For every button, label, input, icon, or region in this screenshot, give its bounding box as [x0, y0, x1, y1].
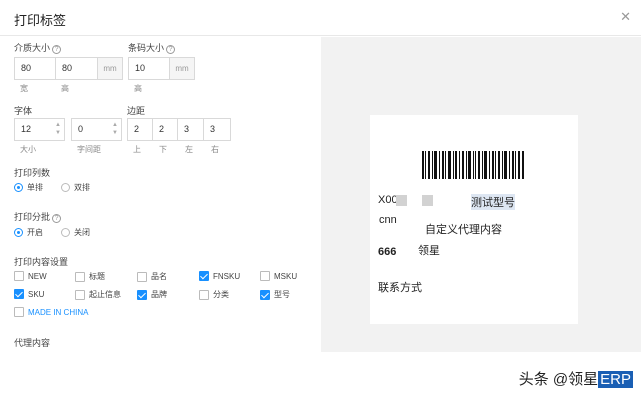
redacted-block — [422, 195, 433, 206]
letter-spacing-label: 字间距 — [77, 145, 101, 154]
print-columns-label: 打印列数 — [14, 168, 51, 178]
label-preview: X00 测试型号 cnn 自定义代理内容 666 领星 联系方式 — [370, 115, 578, 324]
font-size-label: 大小 — [20, 145, 36, 154]
margin-bottom-input[interactable]: 2 — [152, 118, 178, 141]
barcode-height-input[interactable]: 10 — [128, 57, 170, 80]
preview-fnsku: X00 — [378, 194, 398, 206]
dialog-header: 打印标签 ✕ — [0, 0, 641, 36]
checkbox-title[interactable]: 标题 — [75, 271, 105, 282]
close-icon[interactable]: ✕ — [620, 9, 631, 25]
help-icon[interactable]: ? — [52, 214, 62, 223]
checkbox-start-end-info[interactable]: 起止信息 — [75, 289, 121, 300]
preview-sku: cnn — [379, 214, 397, 226]
radio-batch-off[interactable]: 关闭 — [61, 227, 90, 238]
dialog-title: 打印标签 — [14, 13, 67, 28]
settings-panel: 介质大小? 80 80 mm 宽 高 条码大小? 10 mm 高 字体 12 ▲… — [0, 37, 321, 352]
help-icon[interactable]: ? — [166, 45, 176, 54]
preview-contact: 联系方式 — [378, 282, 422, 294]
watermark: 头条 @领星 ERP — [518, 371, 633, 388]
print-batch-label: 打印分批? — [14, 210, 62, 223]
preview-model: 测试型号 — [471, 194, 515, 210]
checkbox-category[interactable]: 分类 — [199, 289, 229, 300]
help-icon[interactable]: ? — [52, 45, 62, 54]
paper-width-label: 宽 — [20, 84, 28, 93]
checkbox-made-in-china[interactable]: MADE IN CHINA — [14, 307, 88, 317]
margin-right-input[interactable]: 3 — [203, 118, 231, 141]
checkbox-model[interactable]: 型号 — [260, 289, 290, 300]
radio-indicator — [14, 228, 23, 237]
dialog-footer: 头条 @领星 ERP — [0, 352, 641, 398]
radio-indicator — [61, 228, 70, 237]
checkbox-new[interactable]: NEW — [14, 271, 47, 281]
margin-label: 边距 — [127, 106, 146, 116]
margin-top-input[interactable]: 2 — [127, 118, 153, 141]
checkbox-brand[interactable]: 品牌 — [137, 289, 167, 300]
radio-double-row[interactable]: 双排 — [61, 182, 90, 193]
paper-height-label: 高 — [61, 84, 69, 93]
paper-width-input[interactable]: 80 — [14, 57, 56, 80]
barcode-unit-addon: mm — [169, 57, 195, 80]
stepper-icon[interactable]: ▲ ▼ — [54, 121, 62, 138]
font-size-input[interactable]: 12 ▲ ▼ — [14, 118, 65, 141]
font-label: 字体 — [14, 106, 33, 116]
content-settings-label: 打印内容设置 — [14, 257, 69, 267]
barcode-image — [422, 151, 524, 179]
margin-left-input[interactable]: 3 — [177, 118, 204, 141]
checkbox-product-name[interactable]: 品名 — [137, 271, 167, 282]
checkbox-sku[interactable]: SKU — [14, 289, 44, 299]
radio-single-row[interactable]: 单排 — [14, 182, 43, 193]
barcode-height-label: 高 — [134, 84, 142, 93]
radio-indicator — [14, 183, 23, 192]
preview-brand: 领星 — [418, 245, 440, 257]
radio-indicator — [61, 183, 70, 192]
checkbox-msku[interactable]: MSKU — [260, 271, 297, 281]
agent-content-label: 代理内容 — [14, 338, 51, 348]
preview-custom-agent: 自定义代理内容 — [425, 224, 502, 236]
margin-right-label: 右 — [211, 145, 219, 154]
radio-batch-on[interactable]: 开启 — [14, 227, 43, 238]
preview-panel: X00 测试型号 cnn 自定义代理内容 666 领星 联系方式 — [321, 37, 641, 352]
redacted-block — [396, 195, 407, 206]
margin-left-label: 左 — [185, 145, 193, 154]
preview-brand-code: 666 — [378, 246, 397, 258]
margin-bottom-label: 下 — [159, 145, 167, 154]
checkbox-fnsku[interactable]: FNSKU — [199, 271, 240, 281]
paper-size-label: 介质大小? — [14, 41, 62, 54]
print-label-dialog: 打印标签 ✕ 介质大小? 80 80 mm 宽 高 条码大小? 10 mm 高 … — [0, 0, 641, 398]
paper-unit-addon: mm — [97, 57, 123, 80]
margin-top-label: 上 — [133, 145, 141, 154]
barcode-size-label: 条码大小? — [128, 41, 176, 54]
stepper-icon[interactable]: ▲ ▼ — [111, 121, 119, 138]
letter-spacing-input[interactable]: 0 ▲ ▼ — [71, 118, 122, 141]
paper-height-input[interactable]: 80 — [55, 57, 98, 80]
